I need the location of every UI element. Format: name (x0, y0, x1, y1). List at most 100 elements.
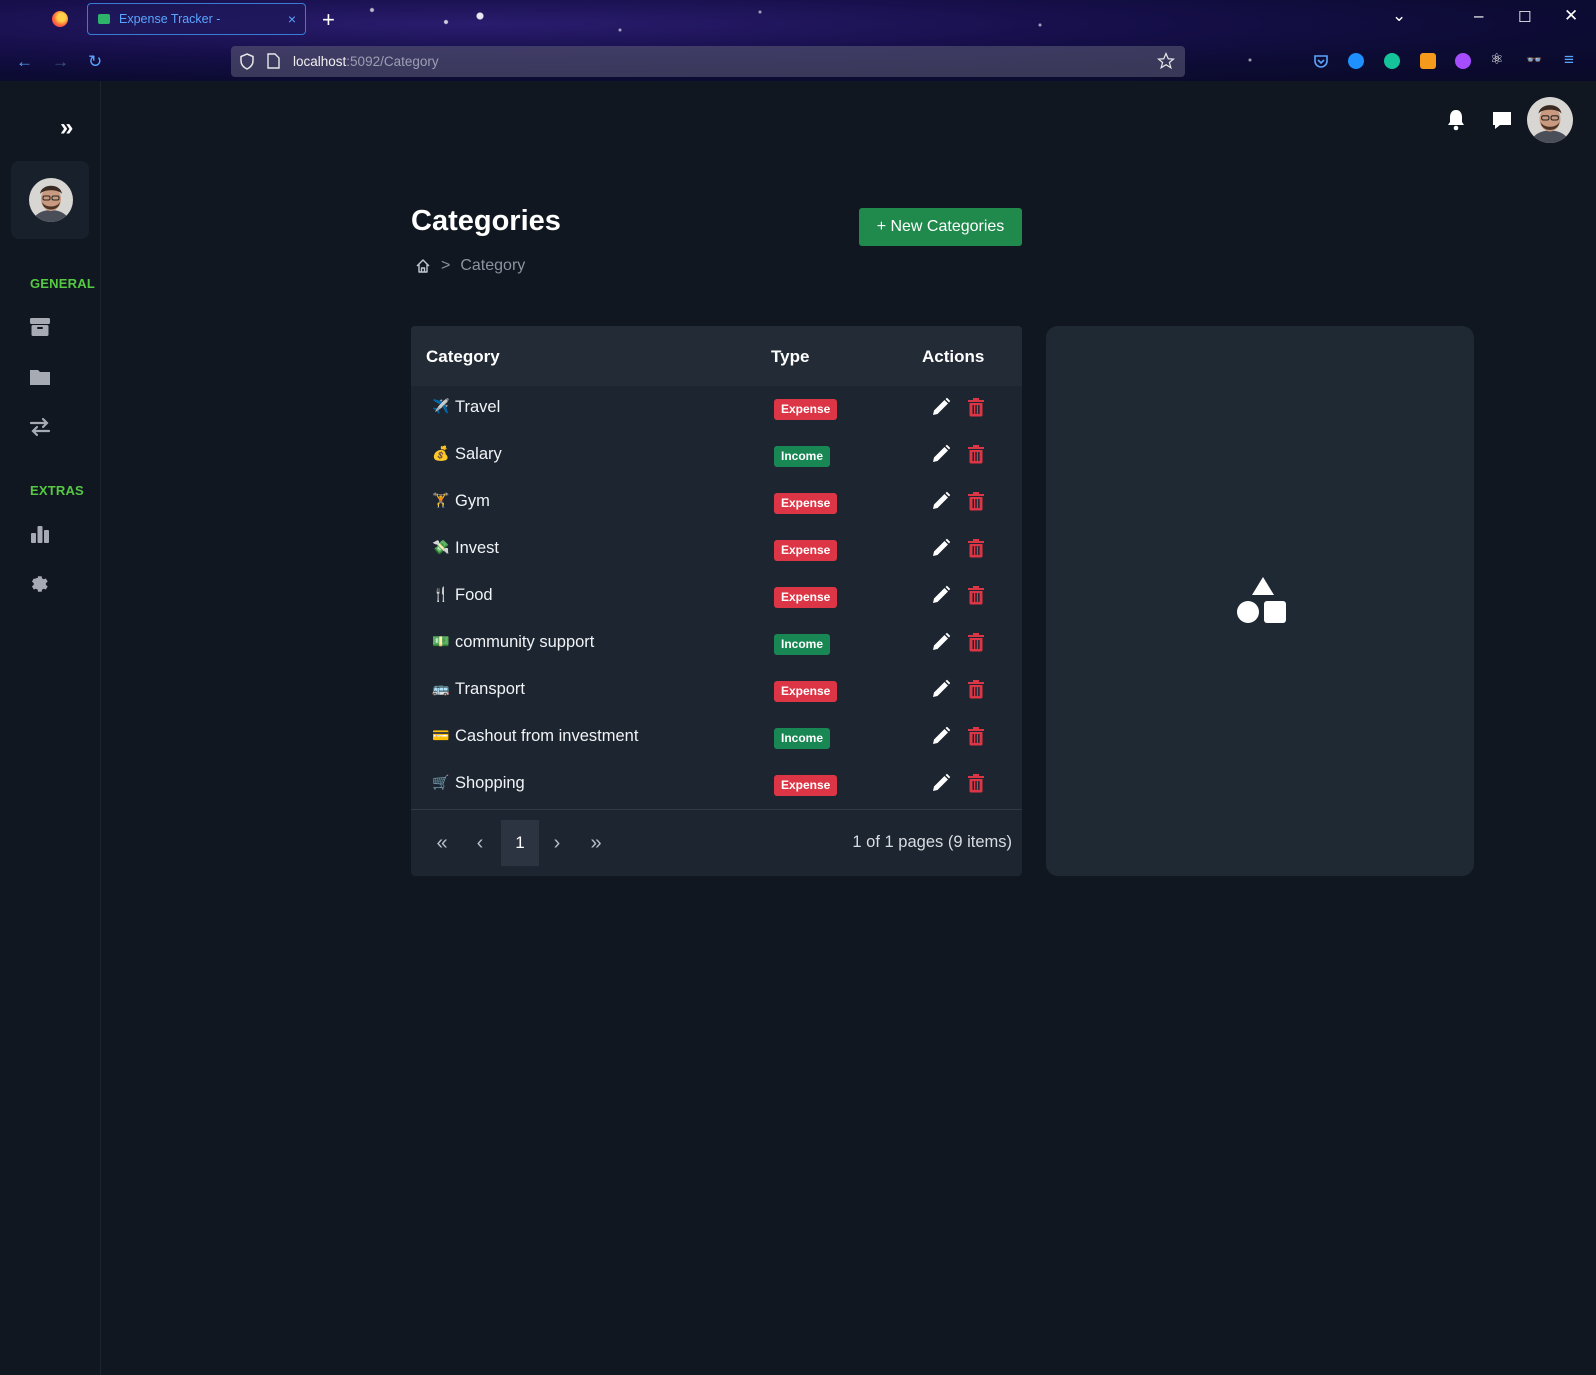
column-header-type[interactable]: Type (771, 347, 809, 367)
delete-trash-icon[interactable] (967, 726, 985, 746)
pager-prev-button[interactable]: ‹ (461, 820, 499, 866)
box-icon[interactable] (29, 316, 51, 338)
home-icon[interactable] (415, 258, 431, 274)
table-row: 💰 Salary Income (411, 433, 1022, 480)
table-row: 🍴 Food Expense (411, 574, 1022, 621)
tab-title: Expense Tracker - (119, 12, 221, 26)
type-badge: Expense (774, 681, 838, 702)
transfer-icon[interactable] (29, 416, 51, 438)
shield-icon (240, 53, 254, 70)
back-icon[interactable]: ← (16, 52, 33, 72)
table-row: 🏋 Gym Expense (411, 480, 1022, 527)
firefox-icon (52, 11, 68, 27)
header-avatar[interactable] (1527, 97, 1573, 143)
extension-j-icon[interactable] (1348, 53, 1364, 69)
category-name: Food (455, 586, 493, 604)
folder-icon[interactable] (29, 366, 51, 388)
breadcrumb-separator: > (441, 257, 451, 274)
grid-header: Category Type Actions (411, 326, 1022, 386)
column-header-category[interactable]: Category (426, 347, 500, 367)
maximize-icon[interactable]: ☐ (1518, 8, 1531, 26)
type-badge: Expense (774, 399, 838, 420)
edit-pencil-icon[interactable] (931, 773, 951, 793)
edit-pencil-icon[interactable] (931, 726, 951, 746)
avatar (29, 178, 73, 222)
type-badge: Income (774, 728, 831, 749)
table-row: ✈️ Travel Expense (411, 386, 1022, 433)
table-row: 🚌 Transport Expense (411, 668, 1022, 715)
section-label-general: GENERAL (30, 276, 95, 291)
pager-info: 1 of 1 pages (9 items) (852, 833, 1012, 851)
edit-pencil-icon[interactable] (931, 444, 951, 464)
type-badge: Expense (774, 540, 838, 561)
delete-trash-icon[interactable] (967, 773, 985, 793)
tab-list-icon[interactable]: ⌄ (1392, 6, 1406, 26)
pager-first-button[interactable]: « (423, 820, 461, 866)
delete-trash-icon[interactable] (967, 397, 985, 417)
new-tab-button[interactable]: + (322, 7, 335, 33)
delete-trash-icon[interactable] (967, 538, 985, 558)
shapes-icon (1237, 577, 1286, 623)
browser-tab[interactable]: Expense Tracker - × (87, 3, 306, 35)
breadcrumb-current: Category (460, 257, 526, 274)
pager-page-button[interactable]: 1 (501, 820, 539, 866)
chat-icon[interactable] (1491, 111, 1513, 131)
forward-icon[interactable]: → (52, 52, 69, 72)
edit-pencil-icon[interactable] (931, 585, 951, 605)
type-badge: Expense (774, 775, 838, 796)
delete-trash-icon[interactable] (967, 491, 985, 511)
category-name: Salary (455, 445, 502, 463)
category-emoji-icon: 💵 (432, 633, 450, 649)
pager-last-button[interactable]: » (577, 820, 615, 866)
tab-close-icon[interactable]: × (288, 11, 296, 27)
type-badge: Expense (774, 587, 838, 608)
gear-icon[interactable] (29, 573, 51, 595)
table-row: 🛒 Shopping Expense (411, 762, 1022, 809)
menu-icon[interactable]: ≡ (1564, 50, 1574, 70)
pager-next-button[interactable]: › (538, 820, 576, 866)
category-name: Cashout from investment (455, 727, 639, 745)
category-emoji-icon: 💰 (432, 445, 450, 461)
edit-pencil-icon[interactable] (931, 538, 951, 558)
category-emoji-icon: 🏋 (432, 492, 450, 508)
category-emoji-icon: 💸 (432, 539, 450, 555)
delete-trash-icon[interactable] (967, 444, 985, 464)
bookmark-star-icon[interactable] (1157, 52, 1175, 70)
grammarly-icon[interactable] (1384, 53, 1400, 69)
url-host: localhost (293, 54, 347, 69)
pocket-icon[interactable] (1313, 53, 1329, 69)
section-label-extras: EXTRAS (30, 483, 84, 498)
sidebar-toggle-icon[interactable]: » (60, 114, 73, 142)
category-form-panel (1046, 326, 1474, 876)
bar-chart-icon[interactable] (29, 523, 51, 545)
edit-pencil-icon[interactable] (931, 397, 951, 417)
edit-pencil-icon[interactable] (931, 632, 951, 652)
tab-favicon-icon (98, 14, 110, 24)
edit-pencil-icon[interactable] (931, 679, 951, 699)
react-devtools-icon[interactable]: ⚛ (1490, 50, 1503, 68)
delete-trash-icon[interactable] (967, 585, 985, 605)
type-badge: Income (774, 634, 831, 655)
category-emoji-icon: 🍴 (432, 586, 450, 602)
bell-icon[interactable] (1446, 109, 1466, 131)
category-name: Shopping (455, 774, 525, 792)
page-icon (267, 53, 280, 69)
delete-trash-icon[interactable] (967, 679, 985, 699)
url-bar[interactable]: localhost:5092/Category (231, 46, 1185, 77)
reload-icon[interactable]: ↻ (88, 52, 102, 72)
table-row: 💳 Cashout from investment Income (411, 715, 1022, 762)
type-badge: Expense (774, 493, 838, 514)
category-name: community support (455, 633, 595, 651)
sidebar-user-card[interactable] (11, 161, 89, 239)
page-title: Categories (411, 205, 561, 237)
close-window-icon[interactable]: ✕ (1564, 6, 1578, 26)
edit-pencil-icon[interactable] (931, 491, 951, 511)
brave-shield-icon[interactable] (1420, 53, 1436, 69)
delete-trash-icon[interactable] (967, 632, 985, 652)
extension-glasses-icon[interactable]: 👓 (1526, 52, 1542, 68)
minimize-icon[interactable]: – (1474, 6, 1483, 26)
extension-purple-icon[interactable] (1455, 53, 1471, 69)
url-path: :5092/Category (346, 54, 439, 69)
category-emoji-icon: 💳 (432, 727, 450, 743)
new-category-button[interactable]: + New Categories (859, 208, 1022, 246)
